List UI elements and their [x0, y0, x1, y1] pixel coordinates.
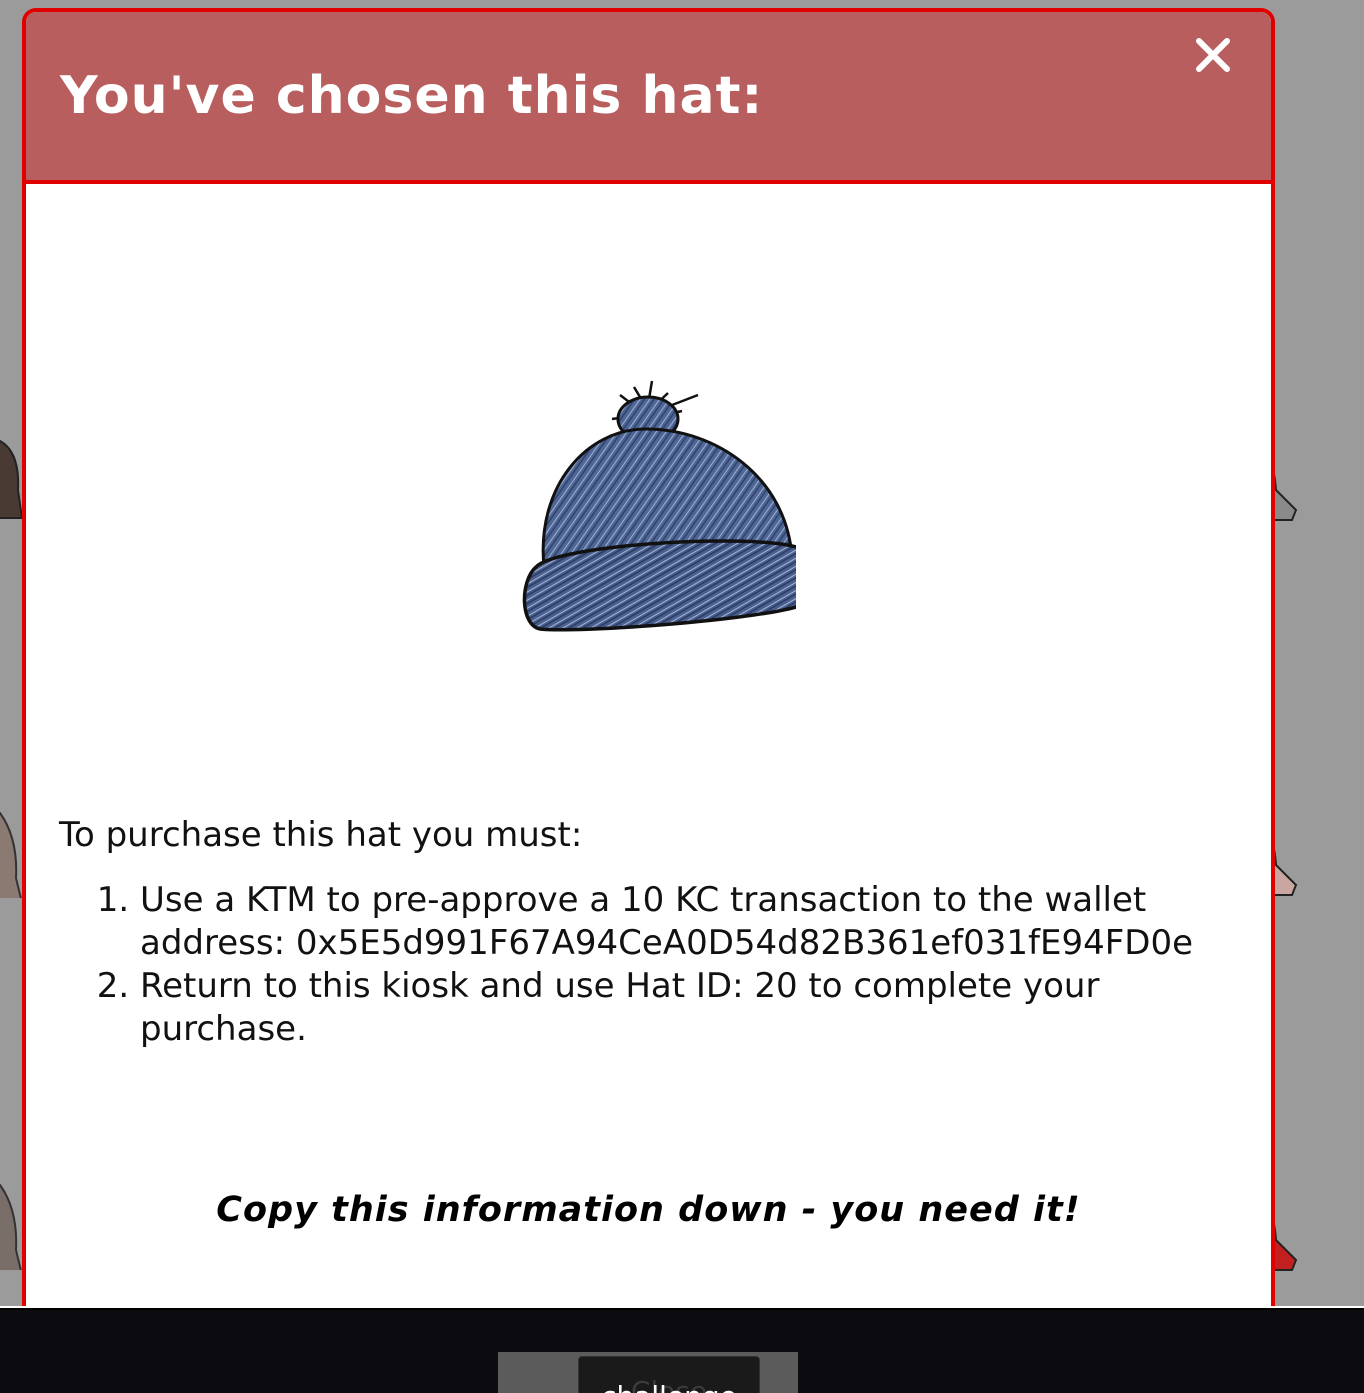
footer-bar: Close challenge [0, 1306, 1364, 1393]
instruction-step: Use a KTM to pre-approve a 10 KC transac… [140, 879, 1229, 965]
page: You've chosen this hat: To purchase this… [0, 0, 1364, 1393]
hat-purchase-modal: You've chosen this hat: To purchase this… [22, 8, 1275, 1328]
overlapping-label: challenge [579, 1383, 759, 1393]
footer-divider [0, 1306, 1364, 1308]
copy-warning: Copy this information down - you need it… [216, 1190, 1081, 1230]
instructions-steps: Use a KTM to pre-approve a 10 KC transac… [59, 879, 1229, 1051]
purchase-instructions: To purchase this hat you must: Use a KTM… [59, 814, 1229, 1051]
close-button[interactable]: Close challenge [578, 1356, 760, 1393]
beanie-hat-icon [522, 380, 796, 632]
modal-header: You've chosen this hat: [26, 12, 1271, 184]
modal-title: You've chosen this hat: [60, 66, 764, 126]
instructions-intro: To purchase this hat you must: [59, 815, 583, 855]
instruction-step: Return to this kiosk and use Hat ID: 20 … [140, 965, 1229, 1051]
close-icon[interactable] [1194, 36, 1232, 74]
